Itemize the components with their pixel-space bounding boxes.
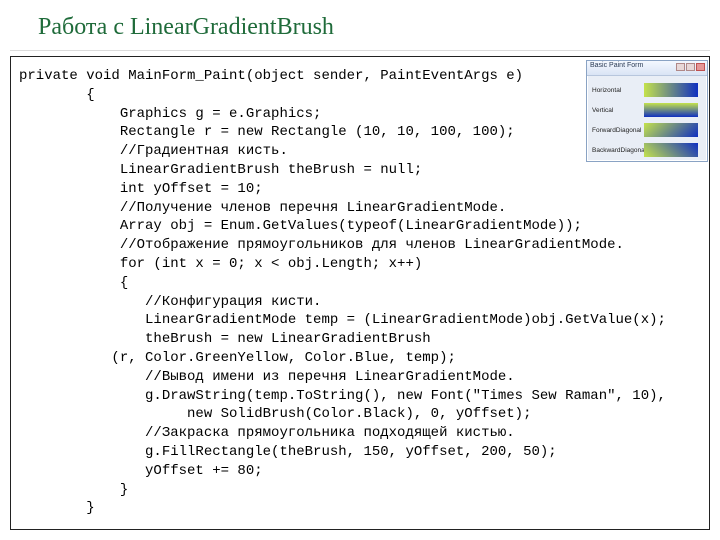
maximize-icon [686, 63, 695, 71]
gradient-row: ForwardDiagonal [592, 120, 702, 140]
example-window: Basic Paint Form Horizontal Vertical Forwa… [586, 60, 708, 162]
minimize-icon [676, 63, 685, 71]
example-window-body: Horizontal Vertical ForwardDiagonal Backwar… [587, 76, 707, 164]
gradient-row: BackwardDiagonal [592, 140, 702, 160]
gradient-row: Horizontal [592, 80, 702, 100]
example-window-titlebar: Basic Paint Form [587, 61, 707, 76]
gradient-swatch [644, 143, 698, 157]
gradient-label: Vertical [592, 107, 644, 114]
example-window-title: Basic Paint Form [590, 62, 643, 69]
close-icon [696, 63, 705, 71]
gradient-label: BackwardDiagonal [592, 147, 644, 154]
gradient-label: Horizontal [592, 87, 644, 94]
gradient-swatch [644, 83, 698, 97]
window-buttons [676, 63, 705, 71]
gradient-swatch [644, 103, 698, 117]
gradient-label: ForwardDiagonal [592, 127, 644, 134]
slide-title: Работа с LinearGradientBrush [38, 14, 334, 41]
slide: Работа с LinearGradientBrush private voi… [0, 0, 720, 540]
title-rule [10, 50, 710, 51]
gradient-row: Vertical [592, 100, 702, 120]
gradient-swatch [644, 123, 698, 137]
